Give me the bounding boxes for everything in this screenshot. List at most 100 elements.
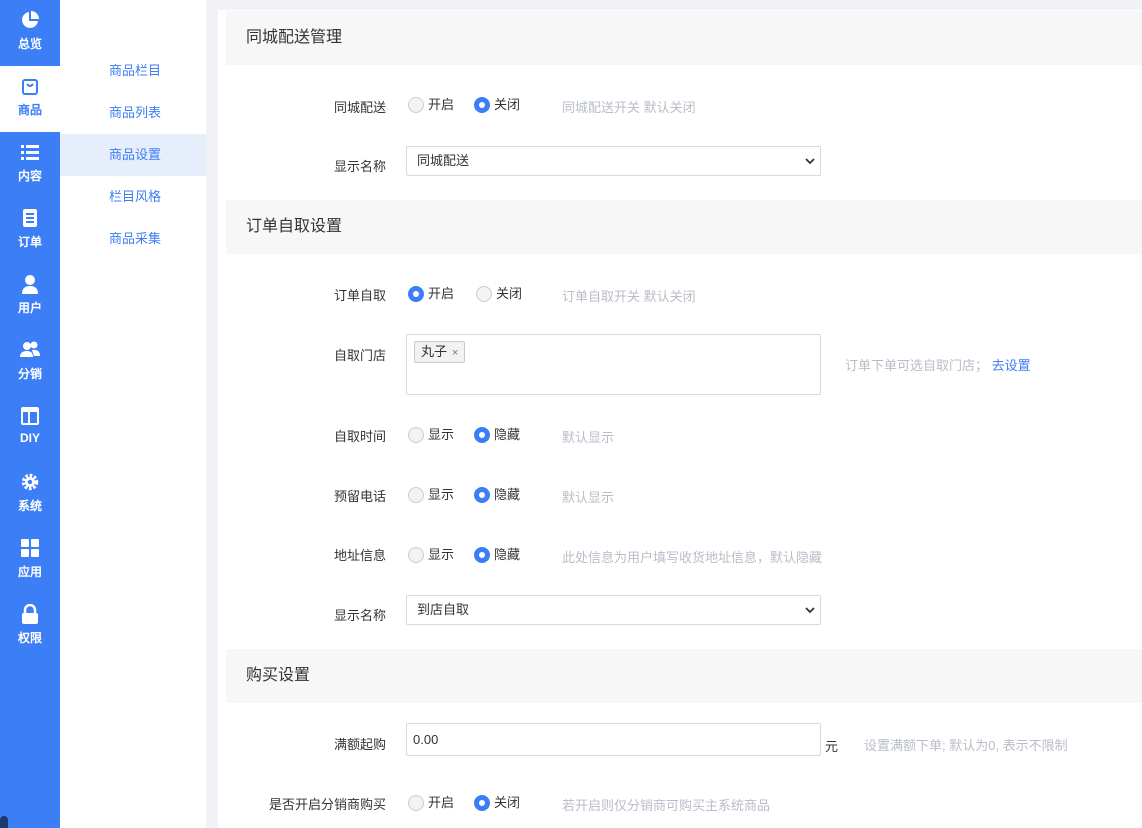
radio-label: 关闭 bbox=[496, 286, 523, 301]
nav-label: DIY bbox=[19, 431, 40, 445]
chevron-down-icon bbox=[805, 607, 815, 614]
field-label-address-info: 地址信息 bbox=[333, 548, 386, 563]
nav-item-permissions[interactable]: 权限 bbox=[0, 594, 60, 660]
nav-label: 用户 bbox=[17, 301, 42, 315]
hint-distributor-purchase: 若开启则仅分销商可购买主系统商品 bbox=[562, 798, 771, 813]
radio-circle bbox=[476, 286, 492, 302]
radio-label: 显示 bbox=[428, 547, 455, 562]
radio-circle bbox=[408, 487, 424, 503]
nav-item-products[interactable]: 商品 bbox=[0, 66, 60, 132]
unit-yuan: 元 bbox=[825, 739, 839, 754]
radio-phone-show[interactable]: 显示 bbox=[408, 485, 454, 505]
radio-label: 关闭 bbox=[494, 795, 521, 810]
tag-label: 丸子 bbox=[421, 344, 448, 359]
nav-label: 权限 bbox=[17, 631, 42, 645]
section-title-city-delivery: 同城配送管理 bbox=[226, 11, 1142, 65]
section-title-purchase: 购买设置 bbox=[226, 649, 1142, 703]
radio-label: 隐藏 bbox=[494, 487, 521, 502]
radio-circle-selected bbox=[474, 487, 490, 503]
nav-item-users[interactable]: 用户 bbox=[0, 264, 60, 330]
hint-text: 订单下单可选自取门店； bbox=[845, 358, 989, 373]
field-label-city-delivery: 同城配送 bbox=[333, 100, 386, 115]
field-label-pickup-display-name: 显示名称 bbox=[333, 608, 386, 623]
hint-address-info: 此处信息为用户填写收货地址信息，默认隐藏 bbox=[562, 550, 823, 565]
user-icon bbox=[22, 275, 38, 294]
hint-pickup-time: 默认显示 bbox=[562, 430, 615, 445]
radio-pickup-time-show[interactable]: 显示 bbox=[408, 425, 454, 445]
store-tag[interactable]: 丸子 × bbox=[414, 341, 466, 363]
radio-city-delivery-off[interactable]: 关闭 bbox=[474, 95, 520, 115]
subnav-item-product-columns[interactable]: 商品栏目 bbox=[60, 50, 206, 92]
nav-label: 总览 bbox=[17, 37, 42, 51]
radio-circle-selected bbox=[474, 427, 490, 443]
order-document-icon bbox=[23, 209, 37, 227]
nav-item-orders[interactable]: 订单 bbox=[0, 198, 60, 264]
radio-circle bbox=[408, 795, 424, 811]
subnav-item-product-list[interactable]: 商品列表 bbox=[60, 92, 206, 134]
radio-phone-hide[interactable]: 隐藏 bbox=[474, 485, 520, 505]
radio-circle bbox=[408, 97, 424, 113]
nav-item-diy[interactable]: DIY bbox=[0, 396, 60, 462]
nav-drag-handle[interactable] bbox=[0, 816, 8, 828]
radio-label: 隐藏 bbox=[494, 547, 521, 562]
radio-circle-selected bbox=[474, 795, 490, 811]
stores-multiselect[interactable]: 丸子 × bbox=[406, 334, 821, 395]
hint-city-delivery: 同城配送开关 默认关闭 bbox=[562, 100, 696, 115]
field-label-pickup-time: 自取时间 bbox=[333, 429, 386, 444]
layout-icon bbox=[21, 407, 39, 425]
radio-city-delivery-on[interactable]: 开启 bbox=[408, 95, 454, 115]
nav-item-apps[interactable]: 应用 bbox=[0, 528, 60, 594]
radio-label: 隐藏 bbox=[494, 427, 521, 442]
radio-distributor-on[interactable]: 开启 bbox=[408, 793, 454, 813]
radio-label: 开启 bbox=[428, 97, 455, 112]
sub-nav: 商品栏目 商品列表 商品设置 栏目风格 商品采集 bbox=[60, 0, 206, 828]
list-icon bbox=[21, 145, 39, 160]
users-icon bbox=[20, 341, 40, 357]
radio-circle-selected bbox=[474, 97, 490, 113]
radio-distributor-off[interactable]: 关闭 bbox=[474, 793, 520, 813]
field-label-reserved-phone: 预留电话 bbox=[333, 489, 386, 504]
lock-icon bbox=[22, 604, 38, 624]
radio-circle-selected bbox=[408, 286, 424, 302]
nav-label: 订单 bbox=[17, 235, 42, 249]
go-settings-link[interactable]: 去设置 bbox=[992, 358, 1031, 373]
nav-item-distribution[interactable]: 分销 bbox=[0, 330, 60, 396]
nav-item-system[interactable]: 系统 bbox=[0, 462, 60, 528]
radio-circle bbox=[408, 547, 424, 563]
field-label-pickup: 订单自取 bbox=[333, 288, 386, 303]
nav-label: 应用 bbox=[17, 565, 42, 579]
radio-pickup-off[interactable]: 关闭 bbox=[476, 284, 522, 304]
radio-label: 开启 bbox=[428, 795, 455, 810]
shopping-bag-icon bbox=[22, 79, 38, 95]
radio-pickup-on[interactable]: 开启 bbox=[408, 284, 454, 304]
radio-label: 关闭 bbox=[494, 97, 521, 112]
nav-item-overview[interactable]: 总览 bbox=[0, 0, 60, 66]
field-label-city-display-name: 显示名称 bbox=[333, 159, 386, 174]
subnav-item-product-settings[interactable]: 商品设置 bbox=[60, 134, 206, 176]
select-value: 同城配送 bbox=[417, 153, 470, 168]
field-label-distributor-purchase: 是否开启分销商购买 bbox=[268, 797, 386, 812]
close-icon[interactable]: × bbox=[452, 347, 458, 359]
radio-label: 开启 bbox=[428, 286, 455, 301]
hint-pickup-stores: 订单下单可选自取门店； 去设置 bbox=[845, 355, 1031, 374]
main-nav: 总览 商品 内容 订单 用户 分销 DIY 系统 应用 权限 bbox=[0, 0, 60, 828]
nav-label: 分销 bbox=[17, 367, 42, 381]
hint-min-amount: 设置满额下单; 默认为0, 表示不限制 bbox=[864, 738, 1068, 753]
radio-label: 显示 bbox=[428, 427, 455, 442]
hint-pickup: 订单自取开关 默认关闭 bbox=[562, 289, 696, 304]
select-city-display-name[interactable]: 同城配送 bbox=[406, 146, 821, 176]
radio-circle-selected bbox=[474, 547, 490, 563]
subnav-item-product-collect[interactable]: 商品采集 bbox=[60, 218, 206, 260]
subnav-item-column-style[interactable]: 栏目风格 bbox=[60, 176, 206, 218]
min-amount-input[interactable]: 0.00 bbox=[406, 723, 821, 756]
field-label-min-amount: 满额起购 bbox=[333, 737, 386, 752]
select-pickup-display-name[interactable]: 到店自取 bbox=[406, 595, 821, 625]
field-label-pickup-stores: 自取门店 bbox=[333, 348, 386, 363]
nav-item-content[interactable]: 内容 bbox=[0, 132, 60, 198]
radio-address-hide[interactable]: 隐藏 bbox=[474, 545, 520, 565]
chevron-down-icon bbox=[805, 158, 815, 165]
nav-label: 内容 bbox=[17, 169, 42, 183]
radio-address-show[interactable]: 显示 bbox=[408, 545, 454, 565]
radio-pickup-time-hide[interactable]: 隐藏 bbox=[474, 425, 520, 445]
radio-circle bbox=[408, 427, 424, 443]
